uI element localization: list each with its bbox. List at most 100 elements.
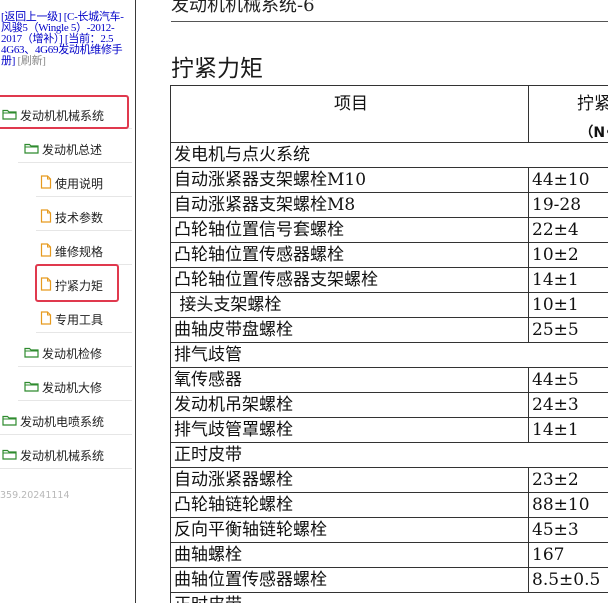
item-name: 发动机吊架螺栓 <box>170 392 529 418</box>
item-name: 自动涨紧器支架螺栓M10 <box>170 167 529 193</box>
item-name: 凸轮轴位置信号套螺栓 <box>170 217 529 243</box>
group-label: 排气歧管 <box>170 342 529 368</box>
group-label: 发电机与点火系统 <box>170 142 529 168</box>
table-row: 排气歧管罩螺栓 14±1 <box>170 417 608 443</box>
table-row: 凸轮轴链轮螺栓 88±10 <box>170 492 608 518</box>
tree-separator <box>36 332 132 333</box>
version-label: 359.20241114 <box>0 490 70 501</box>
tree-item-7[interactable]: 发动机检修 <box>24 342 102 364</box>
torque-value: 22±4 <box>528 217 608 243</box>
tree-item-4[interactable]: 维修规格 <box>40 240 103 262</box>
tree-separator <box>0 468 132 469</box>
content-pane: 发动机机械系统-6 拧紧力矩 项目 拧紧力矩 （N•m） 发电机与点火系统自动涨紧… <box>136 0 608 603</box>
tree-separator <box>36 196 132 197</box>
group-empty-cell <box>528 442 608 468</box>
table-row: 曲轴螺栓 167 <box>170 542 608 568</box>
page-heading: 拧紧力矩 <box>171 56 263 82</box>
tree-item-label: 使用说明 <box>55 176 104 191</box>
item-name: 凸轮轴位置传感器螺栓 <box>170 242 529 268</box>
table-body: 发电机与点火系统 自动涨紧器支架螺栓M10 44±10 自动涨紧器支架螺栓M8 19-2… <box>170 142 608 603</box>
torque-value: 19-28 <box>528 192 608 218</box>
torque-value: 45±3 <box>528 517 608 543</box>
tree-separator <box>18 400 132 401</box>
table-row: 氧传感器 44±5 <box>170 367 608 393</box>
item-name: 自动涨紧器支架螺栓M8 <box>170 192 529 218</box>
tree-item-6[interactable]: 专用工具 <box>40 308 103 330</box>
tree-item-label: 发动机总述 <box>42 142 103 157</box>
tree-item-label: 专用工具 <box>55 312 104 327</box>
item-name: 凸轮轴位置传感器支架螺栓 <box>170 267 529 293</box>
tree-separator <box>18 162 132 163</box>
group-label: 正时皮带 <box>170 592 529 603</box>
torque-value: 88±10 <box>528 492 608 518</box>
item-name: 排气歧管罩螺栓 <box>170 417 529 443</box>
group-label: 正时皮带 <box>170 442 529 468</box>
table-row: 自动涨紧器螺栓 23±2 <box>170 467 608 493</box>
nav-header: [返回上一级] [C-长城汽车-风骏5（Wingle 5）-2012-2017（… <box>1 12 129 67</box>
tree-item-3[interactable]: 技术参数 <box>40 206 103 228</box>
group-empty-cell <box>528 342 608 368</box>
tree-item-label: 技术参数 <box>55 210 104 225</box>
folder-icon <box>24 142 39 157</box>
torque-value: 167 <box>528 542 608 568</box>
header-unit: （N•m） <box>579 125 608 141</box>
header-torque: 拧紧力矩 （N•m） <box>528 85 608 143</box>
torque-table: 项目 拧紧力矩（N•m） 发电机与点火系统自动涨紧器支架螺栓M1044±10自动… <box>170 85 608 603</box>
selection-highlight <box>35 264 119 302</box>
selection-highlight <box>0 95 129 129</box>
item-name: 凸轮轴链轮螺栓 <box>170 492 529 518</box>
tree-item-label: 发动机机械系统 <box>20 448 105 463</box>
table-row: 自动涨紧器支架螺栓M8 19-28 <box>170 192 608 218</box>
tree-item-label: 维修规格 <box>55 244 104 259</box>
tree-separator <box>18 366 132 367</box>
group-empty-cell <box>528 142 608 168</box>
document-icon <box>40 208 52 226</box>
torque-value: 24±3 <box>528 392 608 418</box>
tree-separator <box>0 434 132 435</box>
torque-value: 44±5 <box>528 367 608 393</box>
table-group-row: 发电机与点火系统 <box>170 142 608 168</box>
tree-item-1[interactable]: 发动机总述 <box>24 138 102 160</box>
tree-item-8[interactable]: 发动机大修 <box>24 376 102 398</box>
item-name: 反向平衡轴链轮螺栓 <box>170 517 529 543</box>
item-name: 自动涨紧器螺栓 <box>170 467 529 493</box>
table-group-row: 排气歧管 <box>170 342 608 368</box>
tree-item-label: 发动机大修 <box>42 380 103 395</box>
table-row: 凸轮轴位置信号套螺栓 22±4 <box>170 217 608 243</box>
header-torque-label: 拧紧力矩 <box>577 94 608 114</box>
torque-value: 10±2 <box>528 242 608 268</box>
folder-icon <box>24 380 39 395</box>
table-row: 自动涨紧器支架螺栓M10 44±10 <box>170 167 608 193</box>
group-empty-cell <box>528 592 608 603</box>
table-row: 凸轮轴位置传感器螺栓 10±2 <box>170 242 608 268</box>
table-row: 发动机吊架螺栓 24±3 <box>170 392 608 418</box>
sidebar: [返回上一级] [C-长城汽车-风骏5（Wingle 5）-2012-2017（… <box>0 0 136 603</box>
folder-icon <box>2 414 17 429</box>
section-title: 发动机机械系统-6 <box>171 0 315 16</box>
refresh-link[interactable]: [刷新] <box>18 55 46 67</box>
folder-icon <box>24 346 39 361</box>
torque-value: 44±10 <box>528 167 608 193</box>
table-row: 凸轮轴位置传感器支架螺栓 14±1 <box>170 267 608 293</box>
folder-icon <box>2 448 17 463</box>
document-icon <box>40 174 52 192</box>
table-row: 接头支架螺栓 10±1 <box>170 292 608 318</box>
torque-value: 10±1 <box>528 292 608 318</box>
table-group-row: 正时皮带 <box>170 592 608 603</box>
header-item: 项目 <box>170 85 529 143</box>
tree-item-2[interactable]: 使用说明 <box>40 172 103 194</box>
tree-separator <box>36 230 132 231</box>
table-row: 反向平衡轴链轮螺栓 45±3 <box>170 517 608 543</box>
item-name: 曲轴皮带盘螺栓 <box>170 317 529 343</box>
torque-value: 14±1 <box>528 417 608 443</box>
tree-item-label: 发动机电喷系统 <box>20 414 105 429</box>
torque-value: 23±2 <box>528 467 608 493</box>
item-name: 氧传感器 <box>170 367 529 393</box>
document-icon <box>40 310 52 328</box>
torque-value: 14±1 <box>528 267 608 293</box>
torque-value: 8.5±0.5 <box>528 567 608 593</box>
document-icon <box>40 242 52 260</box>
tree-item-9[interactable]: 发动机电喷系统 <box>2 410 104 432</box>
tree-item-10[interactable]: 发动机机械系统 <box>2 444 104 466</box>
table-group-row: 正时皮带 <box>170 442 608 468</box>
